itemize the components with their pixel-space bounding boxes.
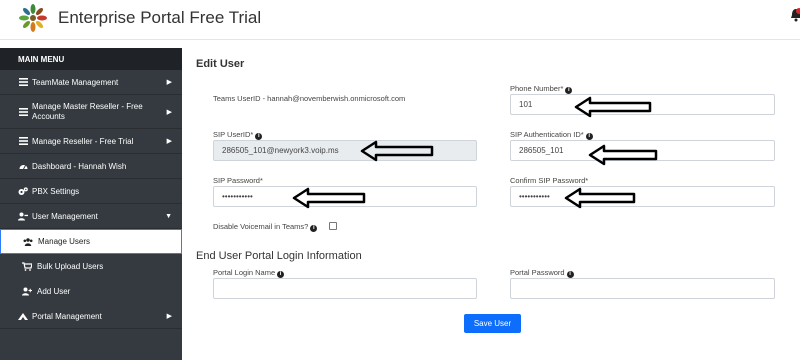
caret-down-icon: ▼: [165, 212, 172, 220]
info-icon[interactable]: i: [255, 133, 263, 140]
phone-number-label-text: Phone Number*: [510, 84, 564, 93]
sidebar-item-label: User Management: [32, 211, 98, 221]
info-icon[interactable]: i: [566, 271, 574, 278]
sidebar-subitem-label: Manage Users: [38, 237, 91, 246]
disable-voicemail-label: Disable Voicemail in Teams? i: [213, 222, 318, 232]
portal-section-title: End User Portal Login Information: [196, 250, 362, 262]
confirm-sip-password-label: Confirm SIP Password*: [510, 176, 589, 185]
bars-icon: [18, 78, 28, 87]
sip-userid-label-text: SIP UserID*: [213, 130, 254, 139]
sidebar-item-label: PBX Settings: [32, 186, 80, 196]
info-icon[interactable]: i: [277, 271, 285, 278]
sidebar-subitem-manage-users[interactable]: Manage Users: [0, 229, 182, 254]
sidebar-subitem-bulk-upload-users[interactable]: Bulk Upload Users: [0, 254, 182, 279]
dashboard-icon: [18, 162, 28, 171]
annotation-arrow: [588, 144, 658, 166]
user-plus-icon: [22, 287, 32, 296]
sidebar-subitem-add-user[interactable]: Add User: [0, 279, 182, 304]
caret-right-icon: ▶: [166, 138, 172, 145]
disable-voicemail-label-text: Disable Voicemail in Teams?: [213, 222, 309, 231]
sidebar-item-user-management[interactable]: User Management ▼: [0, 204, 182, 229]
annotation-arrow: [360, 140, 434, 162]
page-title: Edit User: [196, 58, 245, 70]
annotation-arrow: [292, 187, 366, 209]
sip-userid-label: SIP UserID* i: [213, 130, 263, 140]
sidebar-item-manage-reseller[interactable]: Manage Reseller - Free Trial ▶: [0, 129, 182, 154]
users-icon: [23, 237, 33, 246]
sidebar-item-pbx-settings[interactable]: PBX Settings: [0, 179, 182, 204]
info-icon[interactable]: i: [565, 87, 573, 94]
confirm-sip-password-input[interactable]: •••••••••••: [510, 186, 775, 207]
cogs-icon: [18, 186, 28, 196]
bars-icon: [18, 107, 28, 116]
sidebar-item-portal-management[interactable]: Portal Management ▶: [0, 304, 182, 329]
teams-userid-text: Teams UserID - hannah@novemberwish.onmic…: [213, 94, 406, 103]
portal-login-name-label: Portal Login Name i: [213, 268, 285, 278]
top-bar: Enterprise Portal Free Trial: [0, 0, 800, 40]
annotation-arrow: [574, 96, 652, 118]
portal-password-input[interactable]: [510, 278, 775, 299]
save-user-button[interactable]: Save User: [464, 314, 521, 333]
sidebar-item-label: Manage Master Reseller - Free Accounts: [32, 101, 143, 121]
main-content: Edit User Teams UserID - hannah@november…: [196, 48, 800, 360]
sip-userid-input[interactable]: 286505_101@newyork3.voip.ms: [213, 140, 477, 161]
caret-right-icon: ▶: [166, 313, 172, 320]
sip-auth-id-label: SIP Authentication ID* i: [510, 130, 593, 140]
portal-icon: [18, 312, 28, 321]
info-icon[interactable]: i: [585, 133, 593, 140]
app-title: Enterprise Portal Free Trial: [58, 8, 262, 27]
portal-password-label: Portal Password i: [510, 268, 574, 278]
sidebar-item-manage-master-reseller[interactable]: Manage Master Reseller - Free Accounts ▶: [0, 95, 182, 129]
bars-icon: [18, 137, 28, 146]
phone-number-label: Phone Number* i: [510, 84, 573, 94]
sidebar: MAIN MENU TeamMate Management ▶ Manage M…: [0, 48, 182, 360]
portal-password-label-text: Portal Password: [510, 268, 565, 277]
sidebar-item-label: Portal Management: [32, 311, 102, 321]
sip-auth-id-label-text: SIP Authentication ID*: [510, 130, 584, 139]
logo-icon: [19, 4, 47, 32]
users-icon: [18, 212, 28, 221]
info-icon[interactable]: i: [310, 225, 318, 232]
sidebar-item-label: Dashboard - Hannah Wish: [32, 161, 127, 171]
disable-voicemail-checkbox[interactable]: [329, 222, 337, 230]
portal-login-name-label-text: Portal Login Name: [213, 268, 276, 277]
sidebar-item-teammate-management[interactable]: TeamMate Management ▶: [0, 70, 182, 95]
portal-login-name-input[interactable]: [213, 278, 477, 299]
caret-right-icon: ▶: [166, 108, 172, 116]
sip-password-label: SIP Password*: [213, 176, 263, 185]
main-menu-heading: MAIN MENU: [0, 48, 182, 70]
sidebar-item-dashboard[interactable]: Dashboard - Hannah Wish: [0, 154, 182, 179]
sidebar-item-label: Manage Reseller - Free Trial: [32, 136, 134, 146]
sidebar-item-label: TeamMate Management: [32, 77, 119, 87]
caret-right-icon: ▶: [166, 79, 172, 86]
cart-icon: [22, 262, 32, 271]
sidebar-subitem-label: Bulk Upload Users: [37, 262, 104, 271]
annotation-arrow: [564, 187, 636, 209]
sidebar-subitem-label: Add User: [37, 287, 71, 296]
notification-bell-icon[interactable]: [790, 8, 800, 22]
